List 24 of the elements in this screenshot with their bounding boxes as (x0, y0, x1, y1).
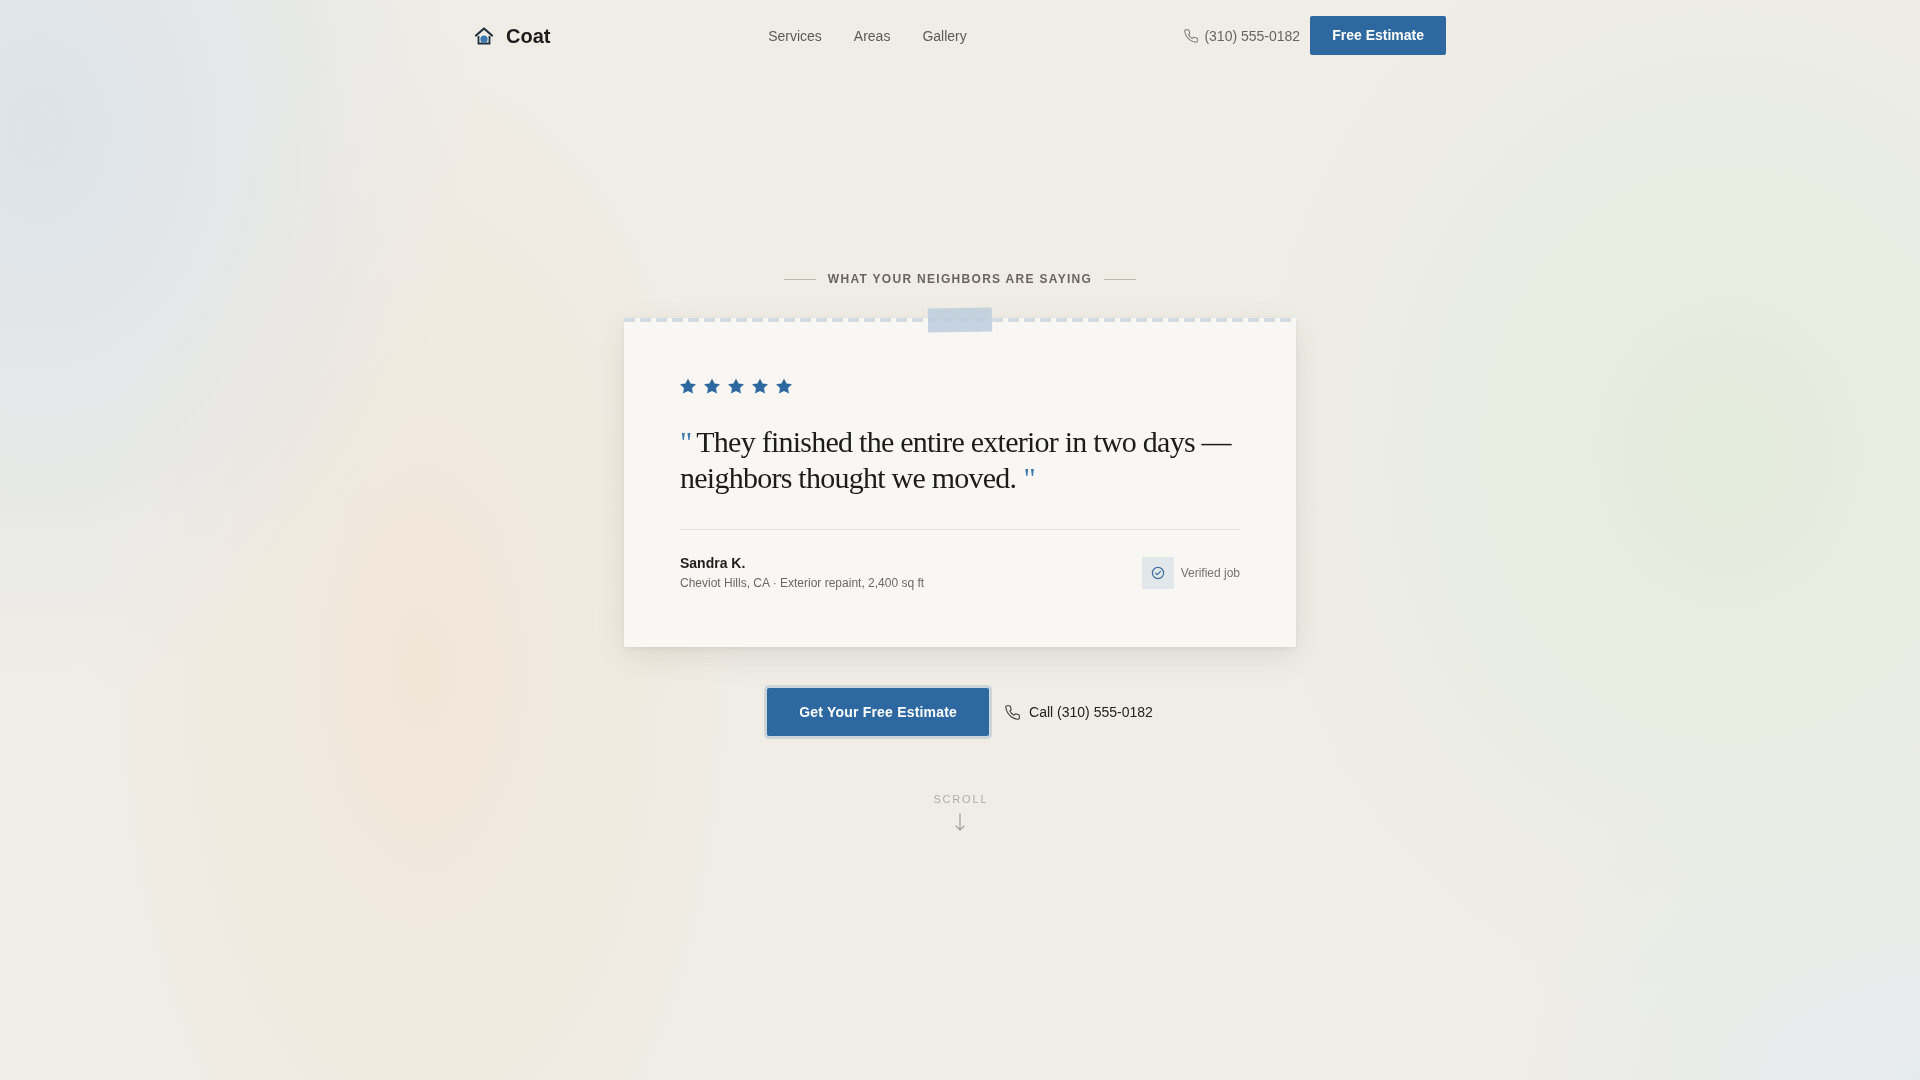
author-details: Cheviot Hills, CA · Exterior repaint, 2,400 sq ft (680, 575, 925, 591)
free-estimate-button[interactable]: Free Estimate (1310, 16, 1446, 55)
down-arrow-icon (955, 813, 965, 831)
star-icon (704, 378, 720, 394)
scroll-label: SCROLL (933, 792, 989, 806)
logo-link[interactable]: Coat (474, 23, 551, 48)
phone-icon (1184, 28, 1199, 43)
phone-link[interactable]: (310) 555-0182 (1184, 26, 1301, 45)
author-name: Sandra K. (680, 554, 747, 572)
star-icon (680, 378, 696, 394)
star-icon (728, 378, 744, 394)
phone-icon (1005, 704, 1021, 720)
nav-link[interactable]: Areas (853, 26, 891, 45)
star-icon (752, 378, 768, 394)
verified-label: Verified job (1180, 564, 1240, 581)
testimonial-quote: "They finished the entire exterior in two days — neighbors thought we moved. " (680, 424, 1233, 496)
star-icon (776, 378, 792, 394)
nav-link[interactable]: Gallery (922, 26, 967, 45)
estimate-button[interactable]: Get Your Free Estimate (767, 688, 990, 736)
tape-icon (927, 307, 993, 333)
nav-link[interactable]: Services (768, 26, 822, 45)
call-link[interactable]: Call (310) 555-0182 (1005, 703, 1153, 721)
house-icon (474, 25, 494, 46)
section-eyebrow: WHAT YOUR NEIGHBORS ARE SAYING (827, 271, 1093, 287)
